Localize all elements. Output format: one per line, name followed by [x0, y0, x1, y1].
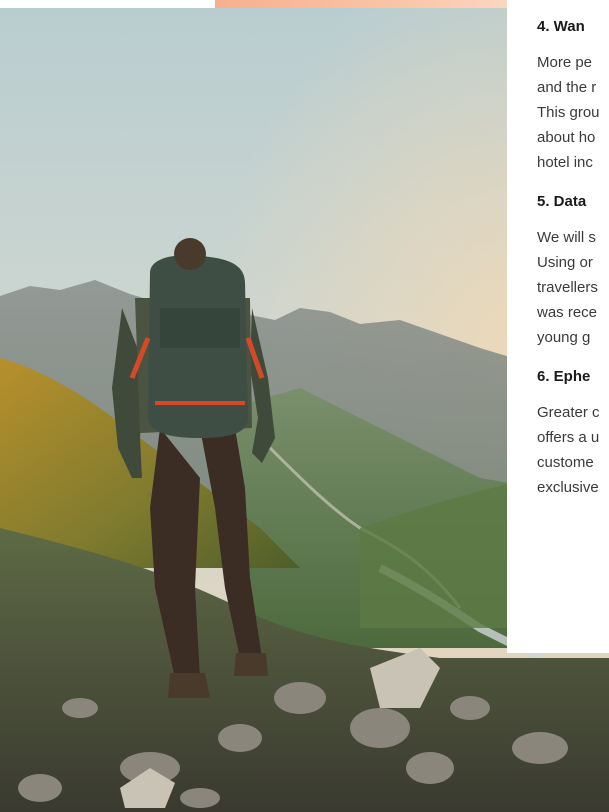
body-line: about ho — [537, 129, 596, 146]
top-accent-bar — [215, 0, 507, 8]
section-body: Greater c offers a u custome exclusive — [537, 386, 609, 500]
body-line: Greater c — [537, 404, 600, 421]
body-line: was rece — [537, 304, 598, 321]
body-line: We will s — [537, 229, 596, 246]
section-6: 6. Ephe Greater c offers a u custome exc… — [537, 368, 609, 500]
body-line: More pe — [537, 54, 593, 71]
section-4: 4. Wan More pe and the r This grou about… — [537, 18, 609, 175]
body-line: custome — [537, 454, 594, 471]
section-heading: 4. Wan — [537, 18, 585, 35]
body-line: young g — [537, 329, 591, 346]
body-line: Using or — [537, 254, 593, 271]
body-line: offers a u — [537, 429, 600, 446]
section-heading: 6. Ephe — [537, 368, 591, 385]
body-line: This grou — [537, 104, 600, 121]
section-5: 5. Data We will s Using or travellers wa… — [537, 193, 609, 350]
text-card: 4. Wan More pe and the r This grou about… — [507, 0, 609, 653]
section-body: We will s Using or travellers was rece y… — [537, 211, 609, 350]
body-line: exclusive — [537, 479, 599, 496]
section-body: More pe and the r This grou about ho hot… — [537, 36, 609, 175]
body-line: and the r — [537, 79, 597, 96]
body-line: hotel inc — [537, 154, 593, 171]
section-heading: 5. Data — [537, 193, 587, 210]
body-line: travellers — [537, 279, 598, 296]
